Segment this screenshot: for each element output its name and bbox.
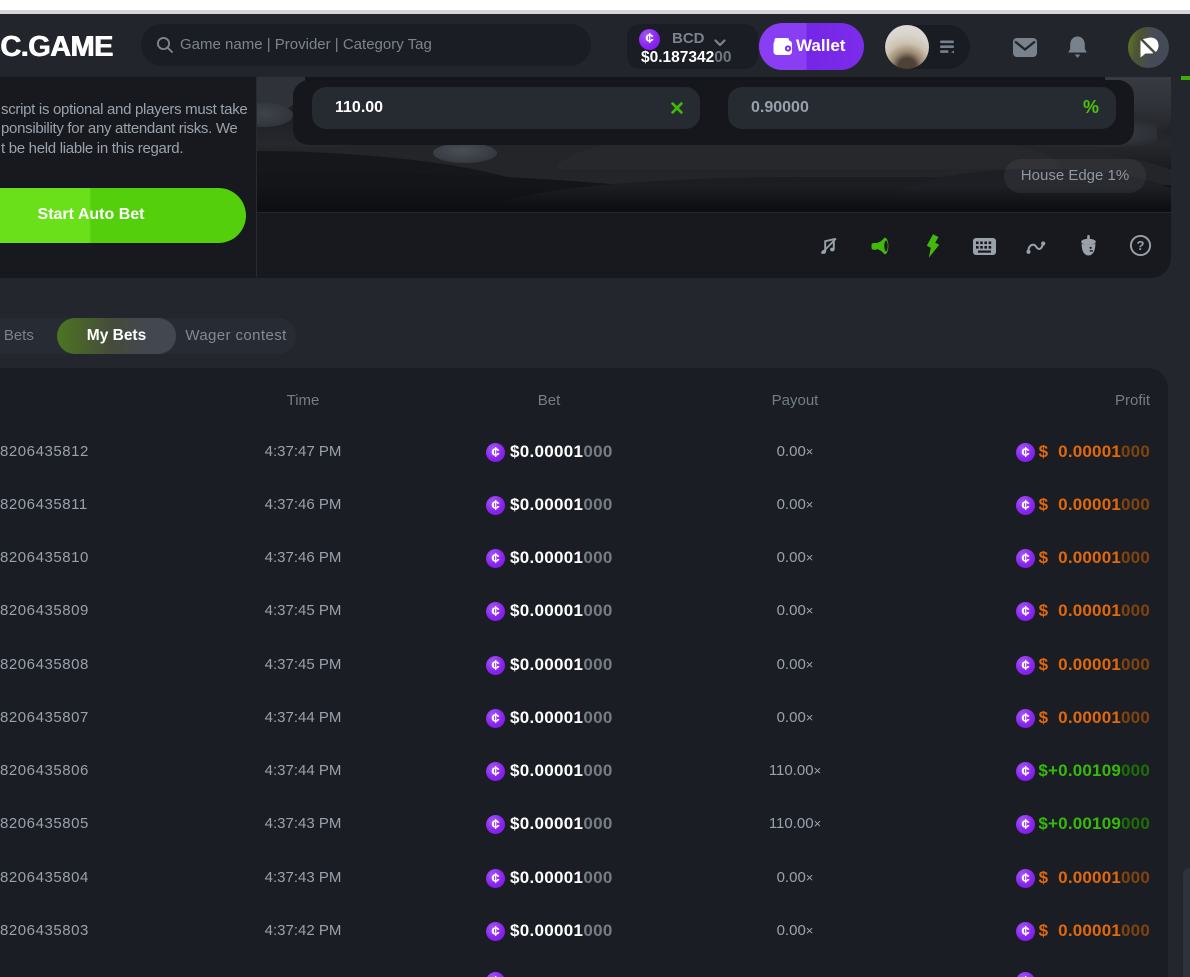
- svg-text:?: ?: [1137, 238, 1145, 253]
